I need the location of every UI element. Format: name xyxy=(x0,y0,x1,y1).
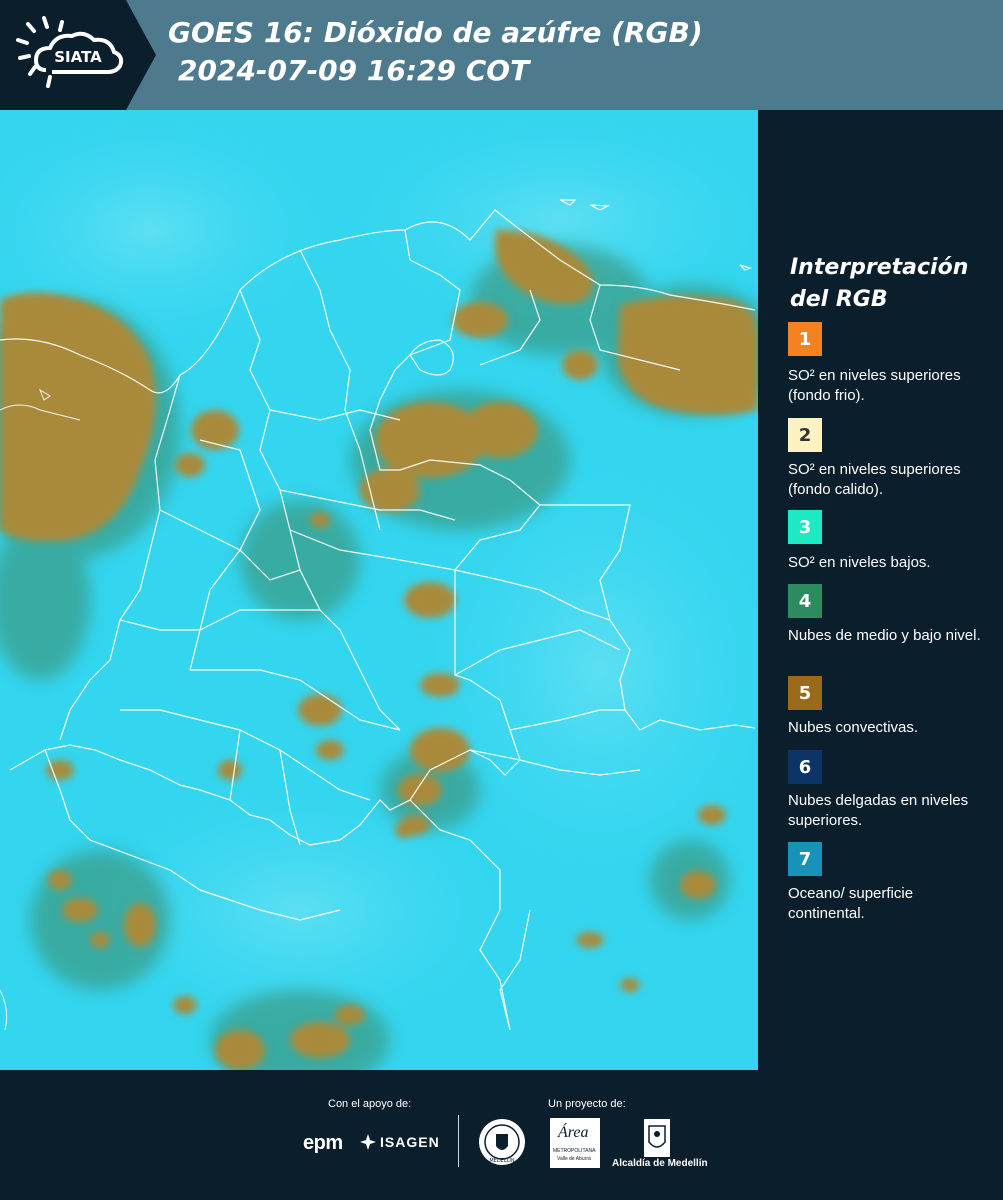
satellite-map[interactable] xyxy=(0,110,758,1070)
legend-label-4: Nubes de medio y bajo nivel. xyxy=(788,627,981,644)
legend-swatch-7: 7 xyxy=(788,842,822,876)
isagen-logo: ISAGEN xyxy=(380,1134,440,1150)
legend-swatch-5: 5 xyxy=(788,676,822,710)
legend-label-3: SO² en niveles bajos. xyxy=(788,554,931,571)
footer: Con el apoyo de: Un proyecto de: epm ISA… xyxy=(0,1070,1003,1200)
timestamp: 2024-07-09 16:29 COT xyxy=(178,54,530,87)
legend-label-6: Nubes delgadas en niveles superiores. xyxy=(788,792,969,829)
legend-label-5: Nubes convectivas. xyxy=(788,719,919,736)
amva-logo: Área METROPOLITANA Valle de Aburrá xyxy=(550,1118,600,1168)
header: SIATA GOES 16: Dióxido de azúfre (RGB) 2… xyxy=(0,0,1003,110)
legend-panel: Interpretación del RGB 1 SO² en niveles … xyxy=(758,110,1003,1070)
legend-swatch-2: 2 xyxy=(788,418,822,452)
isagen-icon xyxy=(360,1134,376,1150)
siata-logo: SIATA xyxy=(0,0,158,110)
epm-logo: epm xyxy=(303,1132,343,1154)
legend-label-7: Oceano/ superficie continental. xyxy=(788,885,914,922)
legend-label-2: SO² en niveles superiores (fondo calido)… xyxy=(788,461,961,498)
alcaldia-logo: Alcaldía de Medellín xyxy=(612,1158,708,1169)
legend-swatch-6: 6 xyxy=(788,750,822,784)
project-label: Un proyecto de: xyxy=(548,1098,626,1110)
legend-swatch-1: 1 xyxy=(788,322,822,356)
logo-text: SIATA xyxy=(54,48,102,66)
legend-title: Interpretación del RGB xyxy=(790,255,969,312)
svg-text:MEDELLÍN: MEDELLÍN xyxy=(489,1157,515,1164)
alcaldia-shield-icon xyxy=(644,1119,670,1157)
medellin-seal-icon: MEDELLÍN xyxy=(479,1119,525,1165)
support-label: Con el apoyo de: xyxy=(328,1098,412,1110)
page-title: GOES 16: Dióxido de azúfre (RGB) xyxy=(168,16,703,49)
footer-divider xyxy=(458,1115,459,1167)
legend-swatch-4: 4 xyxy=(788,584,822,618)
legend-label-1: SO² en niveles superiores (fondo frio). xyxy=(788,367,961,404)
legend-swatch-3: 3 xyxy=(788,510,822,544)
